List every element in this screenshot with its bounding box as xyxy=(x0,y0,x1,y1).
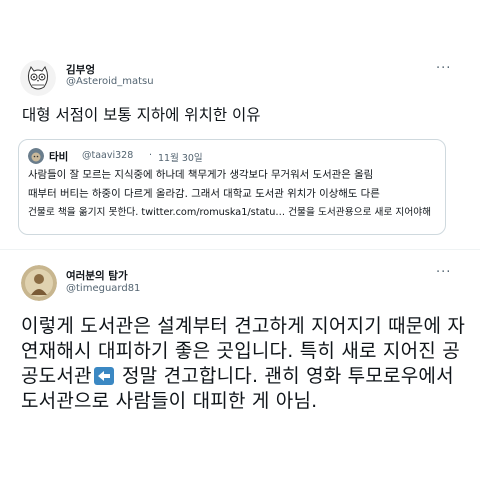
quote-avatar[interactable] xyxy=(28,148,44,164)
display-name[interactable]: 김부엉 xyxy=(66,62,95,77)
tweet-text-line-1: 이렇게 도서관은 설계부터 견고하게 지어지기 때문에 자 xyxy=(21,315,466,337)
divider xyxy=(0,249,480,250)
display-name[interactable]: 여러분의 탐가 xyxy=(66,268,128,283)
cat-avatar-icon xyxy=(28,148,44,164)
tweet-text-line-3-rest: 정말 견고합니다. 괜히 영화 투모로우에서 xyxy=(121,365,454,387)
left-arrow-icon xyxy=(93,367,114,385)
separator-dot: · xyxy=(149,150,153,161)
more-options-icon[interactable]: ··· xyxy=(436,62,451,75)
quote-display-name[interactable]: 타비 xyxy=(49,149,68,164)
profile-photo-icon xyxy=(21,265,57,301)
handle[interactable]: @Asteroid_matsu xyxy=(66,76,154,87)
tweet-text: 대형 서점이 보통 지하에 위치한 이유 xyxy=(22,106,261,124)
quote-text-line-1: 사람들이 잘 모르는 지식중에 하나데 책무게가 생각보다 무거워서 도서관은 … xyxy=(28,169,374,181)
avatar[interactable] xyxy=(21,265,57,301)
quote-date[interactable]: 11월 30일 xyxy=(158,150,203,164)
quoted-tweet[interactable]: 타비 @taavi328 · 11월 30일 사람들이 잘 모르는 지식중에 하… xyxy=(18,139,446,235)
quote-handle[interactable]: @taavi328 xyxy=(82,150,133,161)
tweet-text-line-3-prefix: 공도서관 xyxy=(21,365,92,387)
tweet-text-line-2: 연재해시 대피하기 좋은 곳입니다. 특히 새로 지어진 공 xyxy=(21,340,460,362)
avatar[interactable] xyxy=(20,60,56,96)
tweet-text-line-4: 도서관으로 사람들이 대피한 게 아님. xyxy=(21,390,318,412)
quote-text-line-3: 건물로 책을 옮기지 못한다. twitter.com/romuska1/sta… xyxy=(28,207,432,218)
quote-text-line-2: 때부터 버티는 하중이 다르게 올라감. 그래서 대학교 도서관 위치가 이상해… xyxy=(28,188,380,200)
tweet-text-line-3: 공도서관 정말 견고합니다. 괜히 영화 투모로우에서 xyxy=(21,362,454,390)
handle[interactable]: @timeguard81 xyxy=(66,283,140,294)
more-options-icon[interactable]: ··· xyxy=(436,266,451,279)
owl-avatar-icon xyxy=(20,60,56,96)
